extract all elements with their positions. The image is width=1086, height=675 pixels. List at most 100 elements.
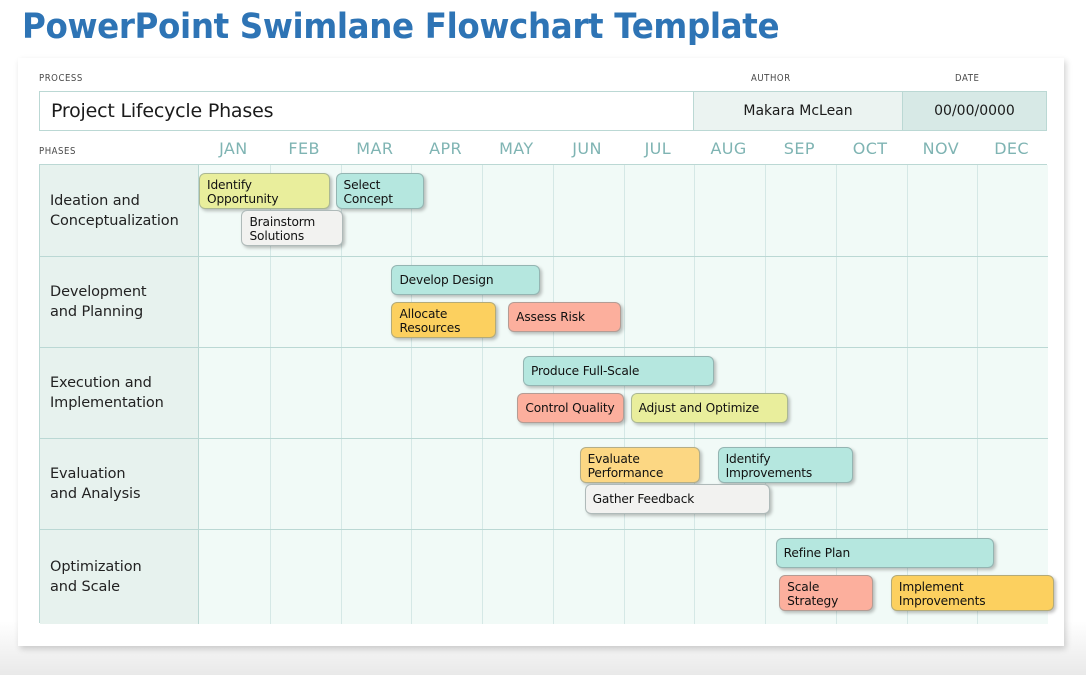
process-field[interactable]: Project Lifecycle Phases [39,91,694,131]
swimlane-row: Ideation and Conceptualization Identify Opp… [40,165,1048,257]
task-bar[interactable]: Select Concept [335,173,424,209]
swimlane-label: Development and Planning [40,257,199,347]
task-bar[interactable]: Evaluate Performance [579,447,700,483]
task-bar[interactable]: Control Quality [517,393,624,423]
grid-column-line [340,439,342,529]
month-label-aug: AUG [710,139,747,158]
grid-column-line [269,439,271,529]
grid-column-line [482,530,483,624]
task-label: Allocate Resources [399,307,461,336]
header-captions: PROCESS AUTHOR DATE [39,71,1047,89]
swimlane-row: Evaluation and Analysis Evaluate Performanc… [40,439,1048,530]
grid-column-line [623,257,625,347]
task-bar[interactable]: Develop Design [391,265,540,295]
task-bar[interactable]: Refine Plan [775,538,994,568]
swimlane-sheet: PROCESS AUTHOR DATE Project Lifecycle Ph… [39,71,1054,624]
page-title: PowerPoint Swimlane Flowchart Template [22,7,780,47]
swimlane-label: Optimization and Scale [40,530,199,624]
task-bar[interactable]: Assess Risk [508,302,622,332]
task-label: Develop Design [399,272,494,287]
grid-column-line [765,165,766,256]
swimlane-track: Develop Design Allocate Resources Assess Ri… [199,257,1048,347]
task-bar[interactable]: Brainstorm Solutions [241,210,343,246]
grid-column-line [765,257,766,347]
author-field[interactable]: Makara McLean [693,91,903,131]
grid-column-line [411,530,413,624]
grid-column-line [340,348,342,438]
month-label-mar: MAR [356,139,394,158]
template-card: PROCESS AUTHOR DATE Project Lifecycle Ph… [18,58,1064,646]
grid-column-line [977,439,979,529]
grid-column-line [977,257,979,347]
task-bar[interactable]: Gather Feedback [584,484,770,514]
author-caption: AUTHOR [751,73,791,84]
grid-column-line [552,439,554,529]
grid-column-line [482,348,483,438]
grid-column-line [623,165,625,256]
month-label-dec: DEC [994,139,1029,158]
task-bar[interactable]: Scale Strategy [779,575,874,611]
grid-column-line [694,530,696,624]
grid-column-line [340,530,342,624]
task-label: Produce Full-Scale [531,363,640,378]
grid-column-line [694,257,696,347]
grid-column-line [552,530,554,624]
grid-column-line [977,165,979,256]
month-label-may: MAY [499,139,534,158]
swimlane-track: Identify Opportunity Select Concept Brainsto… [199,165,1048,256]
month-label-jul: JUL [644,139,672,158]
task-label: Evaluate Performance [587,452,664,481]
grid-column-line [906,257,908,347]
date-field[interactable]: 00/00/0000 [902,91,1047,131]
grid-column-line [411,348,413,438]
month-label-feb: FEB [288,139,320,158]
task-label: Brainstorm Solutions [249,215,316,244]
month-label-nov: NOV [922,139,960,158]
process-caption: PROCESS [39,73,83,84]
grid-column-line [482,439,483,529]
task-label: Adjust and Optimize [638,400,760,415]
swimlane-label: Ideation and Conceptualization [40,165,199,256]
slide-canvas: PowerPoint Swimlane Flowchart Template P… [0,0,1086,675]
task-bar[interactable]: Produce Full-Scale [523,356,715,386]
task-bar[interactable]: Allocate Resources [391,302,497,338]
date-caption: DATE [955,73,980,84]
task-bar[interactable]: Implement Improvements [890,575,1054,611]
task-label: Implement Improvements [898,580,986,609]
swimlane-track: Refine Plan Scale Strategy Implement Improve… [199,530,1054,624]
task-label: Refine Plan [783,545,851,560]
grid-column-line [269,257,271,347]
swimlane-grid: Ideation and Conceptualization Identify Opp… [39,164,1054,624]
grid-column-line [835,165,837,256]
grid-column-line [835,257,837,347]
month-label-jun: JUN [572,139,602,158]
grid-column-line [552,165,554,256]
grid-column-line [269,530,271,624]
grid-column-line [411,439,413,529]
grid-column-line [906,348,908,438]
task-bar[interactable]: Identify Opportunity [199,173,330,209]
swimlane-row: Execution and Implementation Produce Full-… [40,348,1048,439]
task-label: Identify Improvements [725,452,813,481]
swimlane-row: Optimization and Scale Refine Plan Scale Str… [40,530,1054,624]
grid-column-line [835,348,837,438]
task-bar[interactable]: Adjust and Optimize [630,393,789,423]
grid-column-line [694,165,696,256]
month-label-sep: SEP [783,139,815,158]
task-label: Scale Strategy [787,580,839,609]
header-fields: Project Lifecycle Phases Makara McLean 0… [39,91,1047,131]
month-label-apr: APR [429,139,463,158]
phases-caption: PHASES [39,146,76,157]
grid-column-line [906,439,908,529]
swimlane-label: Evaluation and Analysis [40,439,199,529]
grid-column-line [623,530,625,624]
task-bar[interactable]: Identify Improvements [717,447,854,483]
swimlane-label: Execution and Implementation [40,348,199,438]
grid-column-line [482,165,483,256]
month-label-oct: OCT [852,139,888,158]
task-label: Gather Feedback [592,491,695,506]
task-label: Control Quality [525,400,615,415]
grid-column-line [269,348,271,438]
grid-column-line [977,348,979,438]
swimlane-row: Development and Planning Develop Design All… [40,257,1048,348]
